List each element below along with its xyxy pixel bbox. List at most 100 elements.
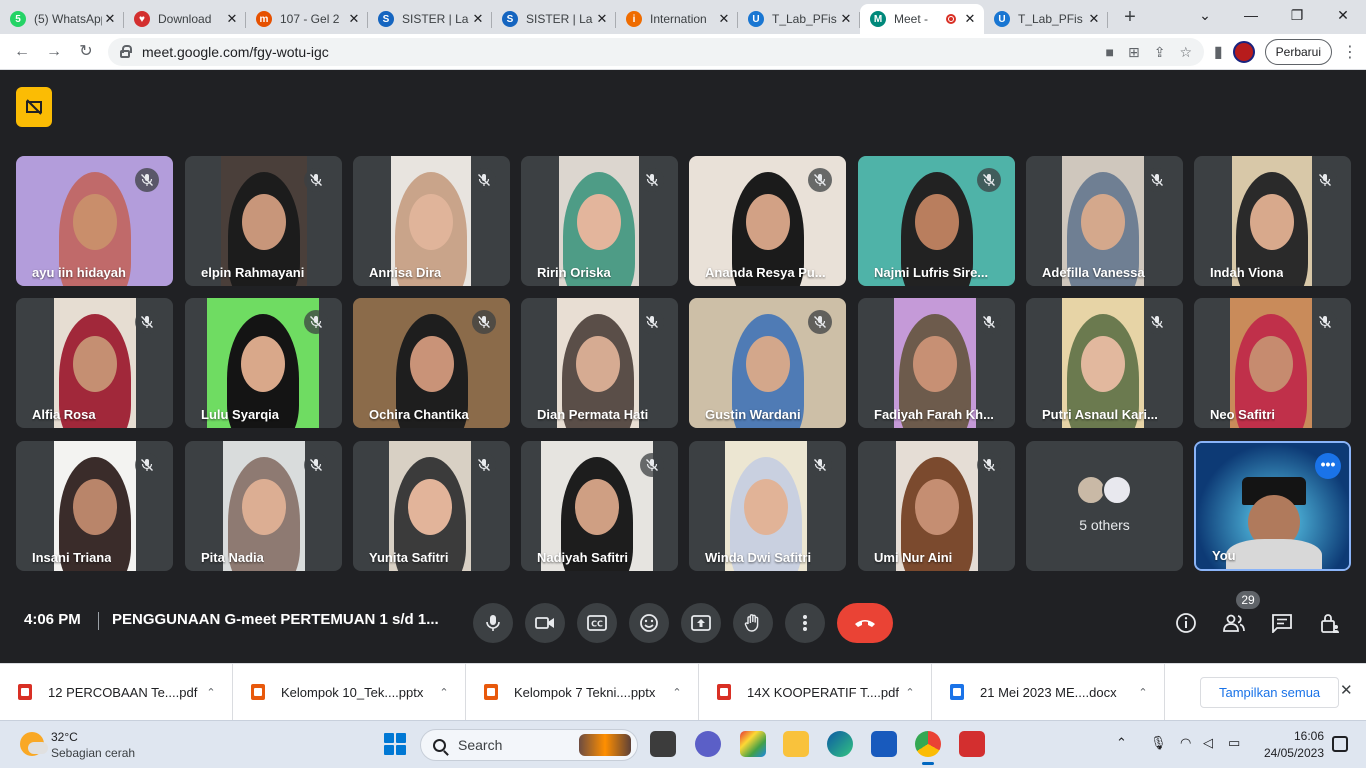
download-menu-chevron-icon[interactable]: ⌃ (670, 686, 684, 699)
share-icon[interactable]: ⇪ (1154, 44, 1166, 61)
participant-tile[interactable]: Fadiyah Farah Kh... (858, 298, 1015, 428)
minimize-button[interactable]: — (1228, 0, 1274, 30)
tab-close-icon[interactable]: ✕ (962, 11, 978, 27)
acrobat-app-icon[interactable] (959, 731, 985, 757)
browser-tab[interactable]: ♥ Download ✕ (124, 4, 246, 34)
download-menu-chevron-icon[interactable]: ⌃ (903, 686, 917, 699)
browser-tab[interactable]: i Internation ✕ (616, 4, 738, 34)
tab-close-icon[interactable]: ✕ (346, 11, 362, 27)
browser-menu-icon[interactable]: ⋮ (1342, 42, 1358, 62)
taskbar-time[interactable]: 16:06 (1290, 729, 1324, 743)
chrome-app-icon[interactable] (915, 731, 941, 765)
taskbar-date[interactable]: 24/05/2023 (1258, 746, 1324, 760)
download-item[interactable]: 21 Mei 2023 ME....docx ⌃ (932, 663, 1165, 721)
present-screen-button[interactable] (681, 603, 721, 643)
meeting-details-button[interactable] (1172, 608, 1200, 638)
camera-button[interactable] (525, 603, 565, 643)
browser-tab[interactable]: M Meet - ✕ (860, 4, 984, 34)
url-text[interactable]: meet.google.com/fgy-wotu-igc (142, 44, 329, 60)
word-app-icon[interactable] (871, 731, 897, 757)
browser-tab[interactable]: U T_Lab_PFis ✕ (738, 4, 860, 34)
teams-chat-icon[interactable] (695, 731, 721, 757)
participant-tile[interactable]: Lulu Syarqia (185, 298, 342, 428)
more-options-button[interactable] (785, 603, 825, 643)
captions-button[interactable]: CC (577, 603, 617, 643)
chat-button[interactable] (1268, 608, 1296, 638)
new-tab-icon[interactable]: + (1116, 4, 1144, 32)
download-menu-chevron-icon[interactable]: ⌃ (1136, 686, 1150, 699)
host-controls-button[interactable] (1316, 608, 1344, 638)
tab-close-icon[interactable]: ✕ (224, 11, 240, 27)
participant-tile[interactable]: Ririn Oriska (521, 156, 678, 286)
download-item[interactable]: 14X KOOPERATIF T....pdf ⌃ (699, 663, 932, 721)
download-menu-chevron-icon[interactable]: ⌃ (437, 686, 451, 699)
browser-tab[interactable]: S SISTER | La ✕ (492, 4, 616, 34)
participant-tile[interactable]: Neo Safitri (1194, 298, 1351, 428)
browser-tab[interactable]: U T_Lab_PFis ✕ (984, 4, 1108, 34)
file-explorer-icon[interactable] (783, 731, 809, 757)
weather-icon[interactable] (20, 732, 48, 756)
participant-tile[interactable]: ayu iin hidayah (16, 156, 173, 286)
self-tile-more-icon[interactable]: ••• (1315, 453, 1341, 479)
download-item[interactable]: 12 PERCOBAAN Te....pdf ⌃ (0, 663, 233, 721)
people-button[interactable] (1220, 608, 1248, 638)
participant-tile[interactable]: Nadiyah Safitri (521, 441, 678, 571)
task-view-icon[interactable] (650, 731, 676, 757)
raise-hand-button[interactable] (733, 603, 773, 643)
participant-tile[interactable]: Gustin Wardani (689, 298, 846, 428)
participant-tile[interactable]: Insani Triana (16, 441, 173, 571)
bookmark-star-icon[interactable]: ☆ (1179, 44, 1192, 61)
translate-icon[interactable]: ⊞ (1128, 44, 1140, 61)
tab-close-icon[interactable]: ✕ (1086, 11, 1102, 27)
start-button[interactable] (384, 733, 406, 755)
show-all-downloads-button[interactable]: Tampilkan semua (1200, 677, 1340, 708)
tab-close-icon[interactable]: ✕ (470, 11, 486, 27)
weather-temperature[interactable]: 32°C (51, 730, 78, 744)
tab-close-icon[interactable]: ✕ (716, 11, 732, 27)
close-window-button[interactable]: ✕ (1320, 0, 1366, 30)
edge-browser-icon[interactable] (827, 731, 853, 757)
maximize-button[interactable]: ❐ (1274, 0, 1320, 30)
back-icon[interactable]: ← (6, 36, 38, 68)
microphone-tray-icon[interactable]: 🎙 (1150, 735, 1167, 751)
lock-icon[interactable] (120, 45, 132, 58)
notifications-icon[interactable] (1332, 736, 1348, 752)
tab-close-icon[interactable]: ✕ (594, 11, 610, 27)
meeting-indicator-icon[interactable] (16, 87, 52, 127)
update-button[interactable]: Perbarui (1264, 39, 1332, 65)
others-tile[interactable]: 5 others (1026, 441, 1183, 571)
address-bar[interactable]: meet.google.com/fgy-wotu-igc ■ ⊞ ⇪ ☆ (108, 38, 1204, 66)
forward-icon[interactable]: → (38, 36, 70, 68)
download-menu-chevron-icon[interactable]: ⌃ (204, 686, 218, 699)
participant-tile[interactable]: Annisa Dira (353, 156, 510, 286)
participant-tile[interactable]: Umi Nur Aini (858, 441, 1015, 571)
download-item[interactable]: Kelompok 7 Tekni....pptx ⌃ (466, 663, 699, 721)
browser-tab[interactable]: S SISTER | La ✕ (368, 4, 492, 34)
microphone-button[interactable] (473, 603, 513, 643)
widgets-app-icon[interactable] (740, 731, 766, 757)
participant-tile[interactable]: Pita Nadia (185, 441, 342, 571)
participant-tile[interactable]: Najmi Lufris Sire... (858, 156, 1015, 286)
participant-tile[interactable]: Yunita Safitri (353, 441, 510, 571)
participant-tile[interactable]: Ananda Resya Pu... (689, 156, 846, 286)
self-view-tile[interactable]: ••• You (1194, 441, 1351, 571)
browser-tab[interactable]: 5 (5) WhatsApp ✕ (0, 4, 124, 34)
participant-tile[interactable]: Winda Dwi Safitri (689, 441, 846, 571)
participant-tile[interactable]: Dian Permata Hati (521, 298, 678, 428)
profile-avatar[interactable] (1232, 41, 1255, 63)
battery-icon[interactable]: ▭ (1228, 735, 1240, 751)
participant-tile[interactable]: Indah Viona (1194, 156, 1351, 286)
browser-tab[interactable]: m 107 - Gel 2 ✕ (246, 4, 368, 34)
participant-tile[interactable]: Alfia Rosa (16, 298, 173, 428)
volume-icon[interactable]: ◁ (1203, 735, 1213, 751)
participant-tile[interactable]: Adefilla Vanessa (1026, 156, 1183, 286)
close-download-shelf-icon[interactable]: ✕ (1340, 681, 1353, 699)
tab-search-icon[interactable]: ⌄ (1182, 0, 1228, 30)
download-item[interactable]: Kelompok 10_Tek....pptx ⌃ (233, 663, 466, 721)
taskbar-search[interactable]: Search (420, 729, 638, 761)
leave-call-button[interactable] (837, 603, 893, 643)
weather-description[interactable]: Sebagian cerah (51, 746, 135, 760)
wifi-icon[interactable]: ◠ (1180, 735, 1191, 751)
participant-tile[interactable]: Ochira Chantika (353, 298, 510, 428)
tab-close-icon[interactable]: ✕ (838, 11, 854, 27)
